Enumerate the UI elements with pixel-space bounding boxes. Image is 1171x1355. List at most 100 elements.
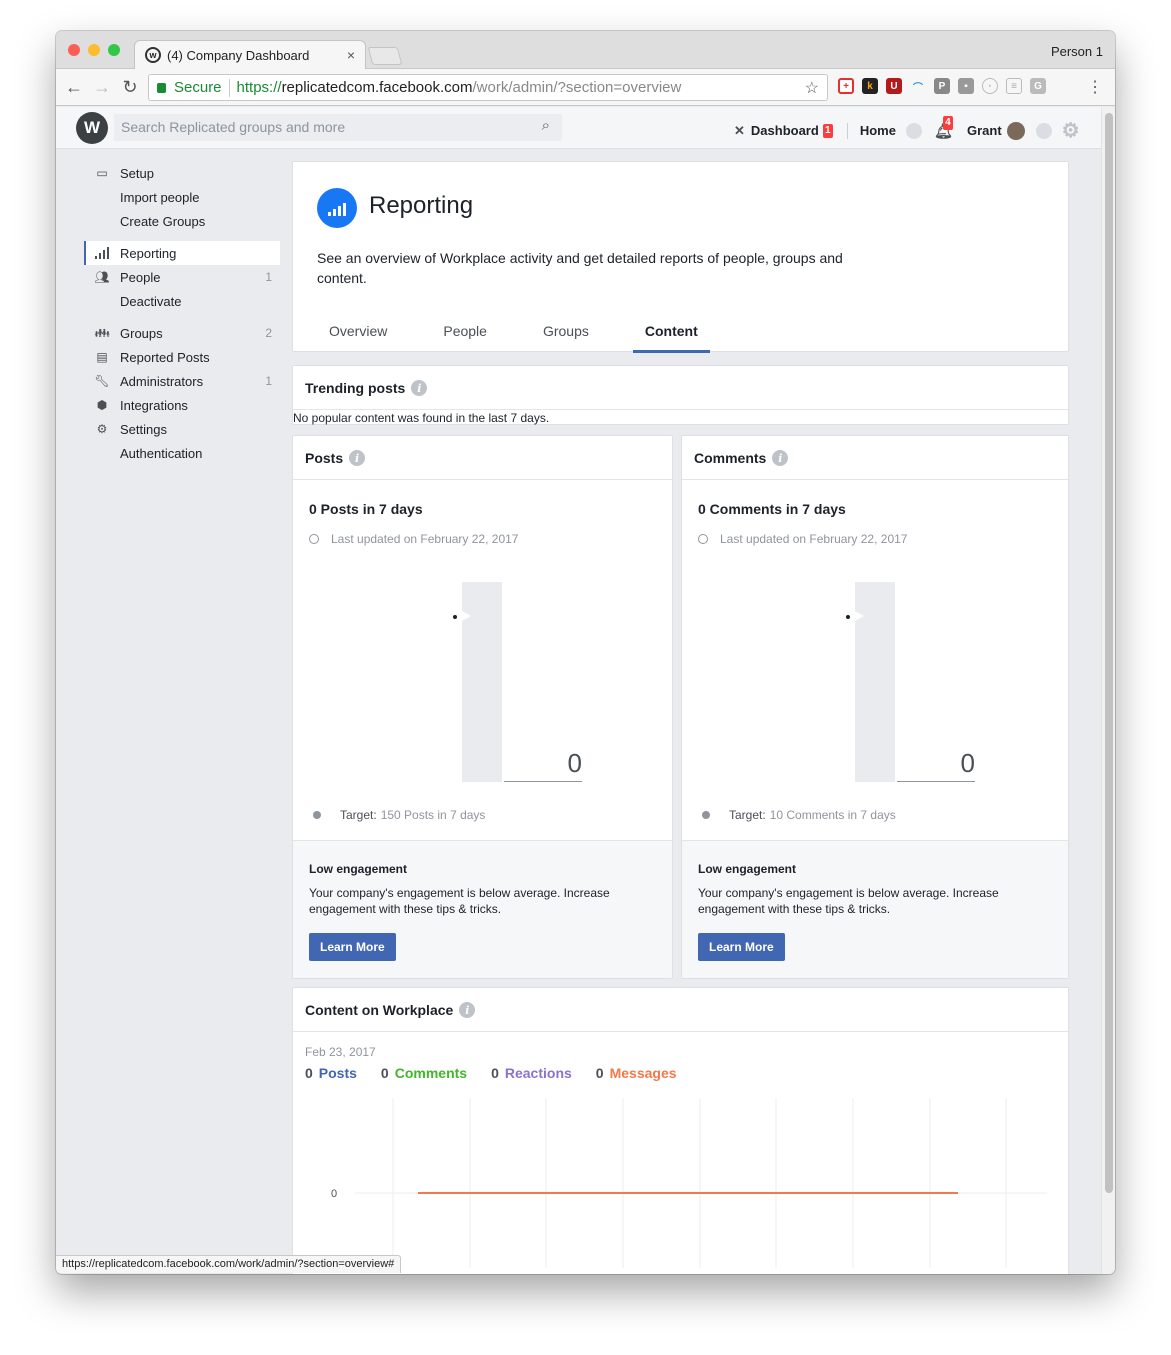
sidebar-item-label: Setup: [120, 165, 154, 181]
sidebar-item-setup[interactable]: ▭ Setup: [84, 161, 280, 185]
sidebar-item-import-people[interactable]: Import people: [84, 185, 280, 209]
posts-card: Posts i 0 Posts in 7 days Last updated on…: [292, 435, 673, 979]
legend-posts[interactable]: 0 Posts: [305, 1065, 357, 1081]
sidebar-item-deactivate[interactable]: Deactivate: [84, 289, 280, 313]
settings-gear-icon[interactable]: ⚙: [1062, 118, 1080, 143]
extension-pocket-icon[interactable]: ▪: [958, 78, 974, 94]
legend-value: 0: [380, 1065, 389, 1081]
notifications-badge: 4: [942, 115, 953, 130]
page-scrollbar[interactable]: [1101, 107, 1115, 1274]
extension-circle-icon[interactable]: ·: [982, 78, 998, 94]
learn-more-button[interactable]: Learn More: [309, 933, 396, 961]
sidebar-item-reporting[interactable]: Reporting: [84, 241, 280, 265]
browser-menu-icon[interactable]: ⋮: [1087, 77, 1103, 97]
extension-p-icon[interactable]: P: [934, 78, 950, 94]
divider: [293, 1031, 1068, 1032]
sidebar-item-label: Import people: [120, 189, 200, 205]
zoom-window-button[interactable]: [108, 44, 120, 56]
bookmark-star-icon[interactable]: ☆: [805, 78, 819, 98]
target-dot-icon: [702, 811, 710, 819]
close-window-button[interactable]: [68, 44, 80, 56]
forward-arrow-icon[interactable]: →: [88, 77, 116, 98]
sidebar-item-label: Administrators: [120, 373, 204, 389]
back-arrow-icon[interactable]: ←: [60, 77, 88, 98]
legend-messages[interactable]: 0 Messages: [596, 1065, 677, 1081]
tab-groups[interactable]: Groups: [531, 318, 601, 353]
sidebar-item-reported-posts[interactable]: ▤ Reported Posts: [84, 345, 280, 369]
notifications-bell-icon[interactable]: 🔔︎ 4: [934, 115, 953, 140]
extension-doc-icon[interactable]: ≡: [1006, 78, 1022, 94]
workplace-title: Content on Workplace i: [305, 1002, 476, 1018]
tab-content[interactable]: Content: [632, 318, 710, 353]
sidebar-item-groups[interactable]: 👪︎ Groups 2: [84, 321, 280, 345]
posts-title: Posts i: [305, 450, 366, 466]
extension-cross-icon[interactable]: +: [838, 78, 854, 94]
site-header: W Search Replicated groups and more ⌕ ✕ …: [56, 107, 1101, 149]
sidebar-item-label: Deactivate: [120, 293, 182, 309]
tab-overview[interactable]: Overview: [317, 318, 399, 353]
groups-icon: 👪︎: [94, 326, 110, 340]
sidebar-item-settings[interactable]: ⚙ Settings: [84, 417, 280, 441]
comments-target: Target: 10 Comments in 7 days: [702, 808, 896, 822]
extension-k-icon[interactable]: k: [862, 78, 878, 94]
user-name[interactable]: Grant: [967, 123, 1002, 138]
home-link[interactable]: Home: [860, 123, 896, 138]
help-icon[interactable]: [1035, 122, 1052, 139]
extension-shield-icon[interactable]: U: [886, 78, 902, 94]
sidebar-item-label: Create Groups: [120, 213, 206, 229]
comments-value: 0: [897, 748, 975, 782]
sidebar-item-administrators[interactable]: 🔧︎ Administrators 1: [84, 369, 280, 393]
reload-icon[interactable]: ↻: [116, 77, 144, 98]
info-icon[interactable]: i: [349, 450, 366, 466]
posts-value: 0: [504, 748, 582, 782]
sidebar-item-authentication[interactable]: Authentication: [84, 441, 280, 465]
info-icon[interactable]: i: [772, 450, 789, 466]
workplace-logo-icon[interactable]: W: [76, 112, 108, 144]
sidebar-item-count: 1: [265, 270, 272, 284]
trending-empty-message: No popular content was found in the last…: [293, 411, 550, 425]
clock-icon: [309, 534, 319, 544]
reporting-header-card: Reporting See an overview of Workplace a…: [292, 161, 1069, 353]
minimize-window-button[interactable]: [88, 44, 100, 56]
secure-indicator[interactable]: Secure: [157, 79, 222, 96]
sidebar-item-label: Authentication: [120, 445, 203, 461]
chat-icon[interactable]: [905, 122, 922, 139]
trending-posts-card: Trending posts i No popular content was f…: [292, 365, 1069, 425]
divider: [682, 479, 1068, 480]
workplace-title-text: Content on Workplace: [305, 1002, 454, 1018]
legend-reactions[interactable]: 0 Reactions: [491, 1065, 572, 1081]
gauge-target-pointer: [462, 611, 471, 621]
info-icon[interactable]: i: [411, 380, 428, 396]
avatar[interactable]: [1006, 121, 1025, 140]
search-icon[interactable]: ⌕: [542, 117, 550, 134]
reporting-icon: [317, 188, 357, 228]
scrollbar-thumb[interactable]: [1105, 113, 1113, 1193]
dashboard-link[interactable]: Dashboard: [751, 123, 819, 138]
sidebar-item-count: 1: [265, 374, 272, 388]
browser-tab[interactable]: w (4) Company Dashboard ×: [134, 40, 366, 69]
search-input[interactable]: Search Replicated groups and more ⌕: [114, 114, 562, 141]
engagement-description: Your company's engagement is below avera…: [698, 886, 999, 916]
comments-title: Comments i: [694, 450, 789, 466]
extension-g-icon[interactable]: G: [1030, 78, 1046, 94]
sidebar-item-integrations[interactable]: ⬢ Integrations: [84, 393, 280, 417]
gauge-target-pointer: [855, 611, 864, 621]
comments-updated: Last updated on February 22, 2017: [698, 532, 907, 546]
legend-comments[interactable]: 0 Comments: [381, 1065, 467, 1081]
tab-people[interactable]: People: [431, 318, 499, 353]
extension-rainbow-icon[interactable]: ⌒: [910, 78, 926, 94]
header-nav: ✕ Dashboard 1 Home 🔔︎ 4 Grant ⚙: [734, 115, 1080, 143]
new-tab-button[interactable]: [367, 47, 403, 65]
learn-more-button[interactable]: Learn More: [698, 933, 785, 961]
sidebar-item-people[interactable]: 👥︎ People 1: [84, 265, 280, 289]
address-bar[interactable]: Secure https://replicatedcom.facebook.co…: [148, 74, 828, 101]
engagement-description: Your company's engagement is below avera…: [309, 886, 610, 916]
sidebar-item-create-groups[interactable]: Create Groups: [84, 209, 280, 233]
clock-icon: [698, 534, 708, 544]
chart-date: Feb 23, 2017: [305, 1045, 376, 1059]
info-icon[interactable]: i: [459, 1002, 476, 1018]
chart-legend: 0 Posts 0 Comments 0 Reactions 0 Messages: [305, 1065, 701, 1081]
tab-close-icon[interactable]: ×: [347, 47, 355, 63]
sidebar-item-label: People: [120, 269, 161, 285]
profile-name[interactable]: Person 1: [1051, 44, 1103, 59]
